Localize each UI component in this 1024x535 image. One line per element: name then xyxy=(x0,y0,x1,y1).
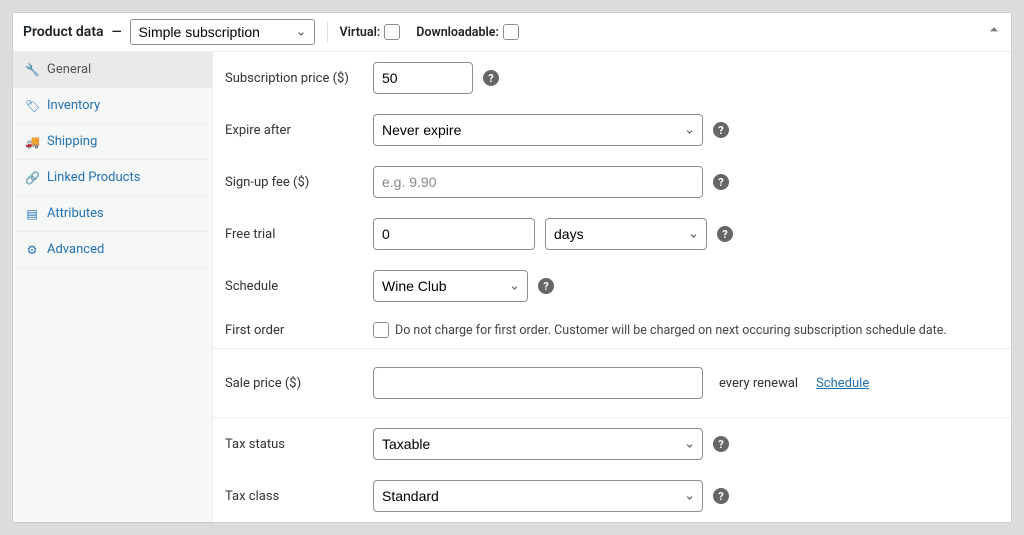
field-label: Schedule xyxy=(225,279,373,294)
field-label: First order xyxy=(225,323,373,338)
sidebar-item-label: General xyxy=(47,62,91,77)
field-label: Sale price ($) xyxy=(225,376,373,391)
expire-after-select[interactable]: Never expire xyxy=(373,114,703,146)
truck-icon: 🚚 xyxy=(25,135,39,149)
gear-icon: ⚙ xyxy=(25,243,39,257)
collapse-toggle[interactable] xyxy=(987,23,1001,41)
sidebar-item-label: Linked Products xyxy=(47,170,140,185)
divider xyxy=(327,22,328,42)
help-icon[interactable]: ? xyxy=(483,70,499,86)
tag-icon: 🏷 xyxy=(25,99,39,113)
subscription-price-input[interactable] xyxy=(373,62,473,94)
sale-suffix: every renewal xyxy=(719,376,798,391)
field-label: Sign-up fee ($) xyxy=(225,175,373,190)
field-sale-price: Sale price ($) every renewal Schedule xyxy=(213,348,1011,417)
field-label: Free trial xyxy=(225,227,373,242)
wrench-icon: 🔧 xyxy=(25,63,39,77)
field-tax-class: Tax class Standard ⌄ ? xyxy=(213,470,1011,522)
field-expire-after: Expire after Never expire ⌄ ? xyxy=(213,104,1011,156)
sidebar-item-label: Inventory xyxy=(47,98,100,113)
virtual-checkbox-label: Virtual: xyxy=(340,24,401,40)
help-icon[interactable]: ? xyxy=(713,436,729,452)
field-tax-status: Tax status Taxable ⌄ ? xyxy=(213,417,1011,470)
sale-price-input[interactable] xyxy=(373,367,703,399)
help-icon[interactable]: ? xyxy=(713,174,729,190)
sidebar-item-general[interactable]: 🔧 General xyxy=(13,52,212,88)
list-icon: ▤ xyxy=(25,207,39,221)
sidebar-item-label: Shipping xyxy=(47,134,97,149)
sidebar-item-label: Attributes xyxy=(47,206,104,221)
sidebar-item-shipping[interactable]: 🚚 Shipping xyxy=(13,124,212,160)
sidebar-item-attributes[interactable]: ▤ Attributes xyxy=(13,196,212,232)
sidebar-item-label: Advanced xyxy=(47,242,104,257)
help-icon[interactable]: ? xyxy=(713,122,729,138)
signup-fee-input[interactable] xyxy=(373,166,703,198)
field-label: Subscription price ($) xyxy=(225,71,373,86)
general-tab-content: Subscription price ($) ? Expire after Ne… xyxy=(213,52,1011,522)
free-trial-unit-select[interactable]: days xyxy=(545,218,707,250)
link-icon: 🔗 xyxy=(25,171,39,185)
help-icon[interactable]: ? xyxy=(538,278,554,294)
tax-status-select[interactable]: Taxable xyxy=(373,428,703,460)
field-signup-fee: Sign-up fee ($) ? xyxy=(213,156,1011,208)
field-first-order: First order Do not charge for first orde… xyxy=(213,312,1011,348)
field-free-trial: Free trial days ⌄ ? xyxy=(213,208,1011,260)
sidebar-item-advanced[interactable]: ⚙ Advanced xyxy=(13,232,212,268)
panel-title: Product data xyxy=(23,24,104,40)
product-type-select[interactable]: Simple subscription xyxy=(130,19,315,45)
panel-header: Product data — Simple subscription ⌄ Vir… xyxy=(13,13,1011,52)
sidebar: 🔧 General 🏷 Inventory 🚚 Shipping 🔗 Linked Pr… xyxy=(13,52,213,522)
first-order-checkbox[interactable] xyxy=(373,322,389,338)
field-subscription-price: Subscription price ($) ? xyxy=(213,52,1011,104)
help-icon[interactable]: ? xyxy=(713,488,729,504)
field-label: Expire after xyxy=(225,123,373,138)
first-order-text: Do not charge for first order. Customer … xyxy=(395,323,947,338)
sidebar-item-inventory[interactable]: 🏷 Inventory xyxy=(13,88,212,124)
free-trial-input[interactable] xyxy=(373,218,535,250)
help-icon[interactable]: ? xyxy=(717,226,733,242)
schedule-select[interactable]: Wine Club xyxy=(373,270,528,302)
field-label: Tax class xyxy=(225,489,373,504)
title-dash: — xyxy=(112,25,122,40)
field-label: Tax status xyxy=(225,437,373,452)
first-order-checkbox-label: Do not charge for first order. Customer … xyxy=(373,322,947,338)
schedule-link[interactable]: Schedule xyxy=(816,376,869,391)
sidebar-item-linked[interactable]: 🔗 Linked Products xyxy=(13,160,212,196)
tax-class-select[interactable]: Standard xyxy=(373,480,703,512)
downloadable-checkbox[interactable] xyxy=(503,24,519,40)
downloadable-checkbox-label: Downloadable: xyxy=(416,24,519,40)
virtual-checkbox[interactable] xyxy=(384,24,400,40)
field-schedule: Schedule Wine Club ⌄ ? xyxy=(213,260,1011,312)
product-data-panel: Product data — Simple subscription ⌄ Vir… xyxy=(12,12,1012,523)
